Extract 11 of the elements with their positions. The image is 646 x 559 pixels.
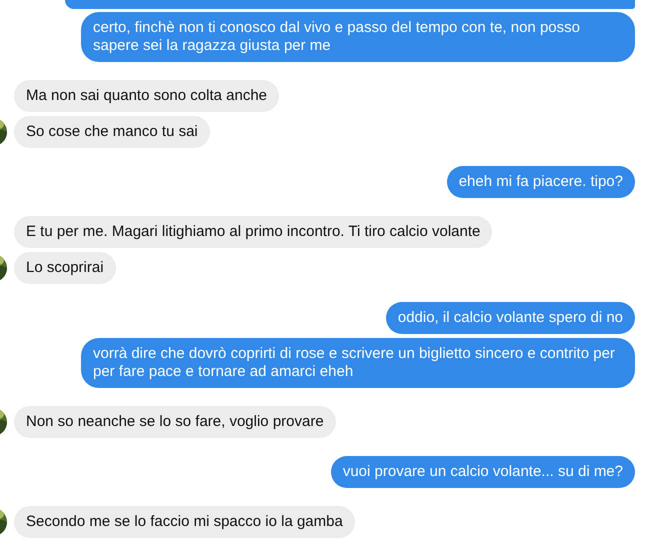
message-bubble: Lo scoprirai bbox=[14, 252, 116, 284]
message-bubble: vorrà dire che dovrò coprirti di rose e scrivere un biglietto sincero e contrito per per fare pace e tornare ad amarci eheh bbox=[81, 338, 635, 388]
message-bubble: eheh mi fa piacere. tipo? bbox=[446, 166, 635, 198]
message-bubble: vuoi provare un calcio volante... su di me? bbox=[330, 456, 635, 488]
message-bubble: certo, finchè non ti conosco dal vivo e passo del tempo con te, non posso sapere sei la ragazza giusta per me bbox=[81, 12, 635, 62]
message-bubble: Ma non sai quanto sono colta anche bbox=[14, 80, 280, 112]
message-bubble: Non so neanche se lo so fare, voglio provare bbox=[14, 406, 336, 438]
message-bubble: Secondo me se lo faccio mi spacco io la gamba bbox=[14, 506, 355, 538]
message-bubble: E tu per me. Magari litighiamo al primo incontro. Ti tiro calcio volante bbox=[14, 216, 492, 248]
message-bubble: oddio, il calcio volante spero di no bbox=[386, 302, 635, 334]
message-bubble: So cose che manco tu sai bbox=[14, 116, 210, 148]
